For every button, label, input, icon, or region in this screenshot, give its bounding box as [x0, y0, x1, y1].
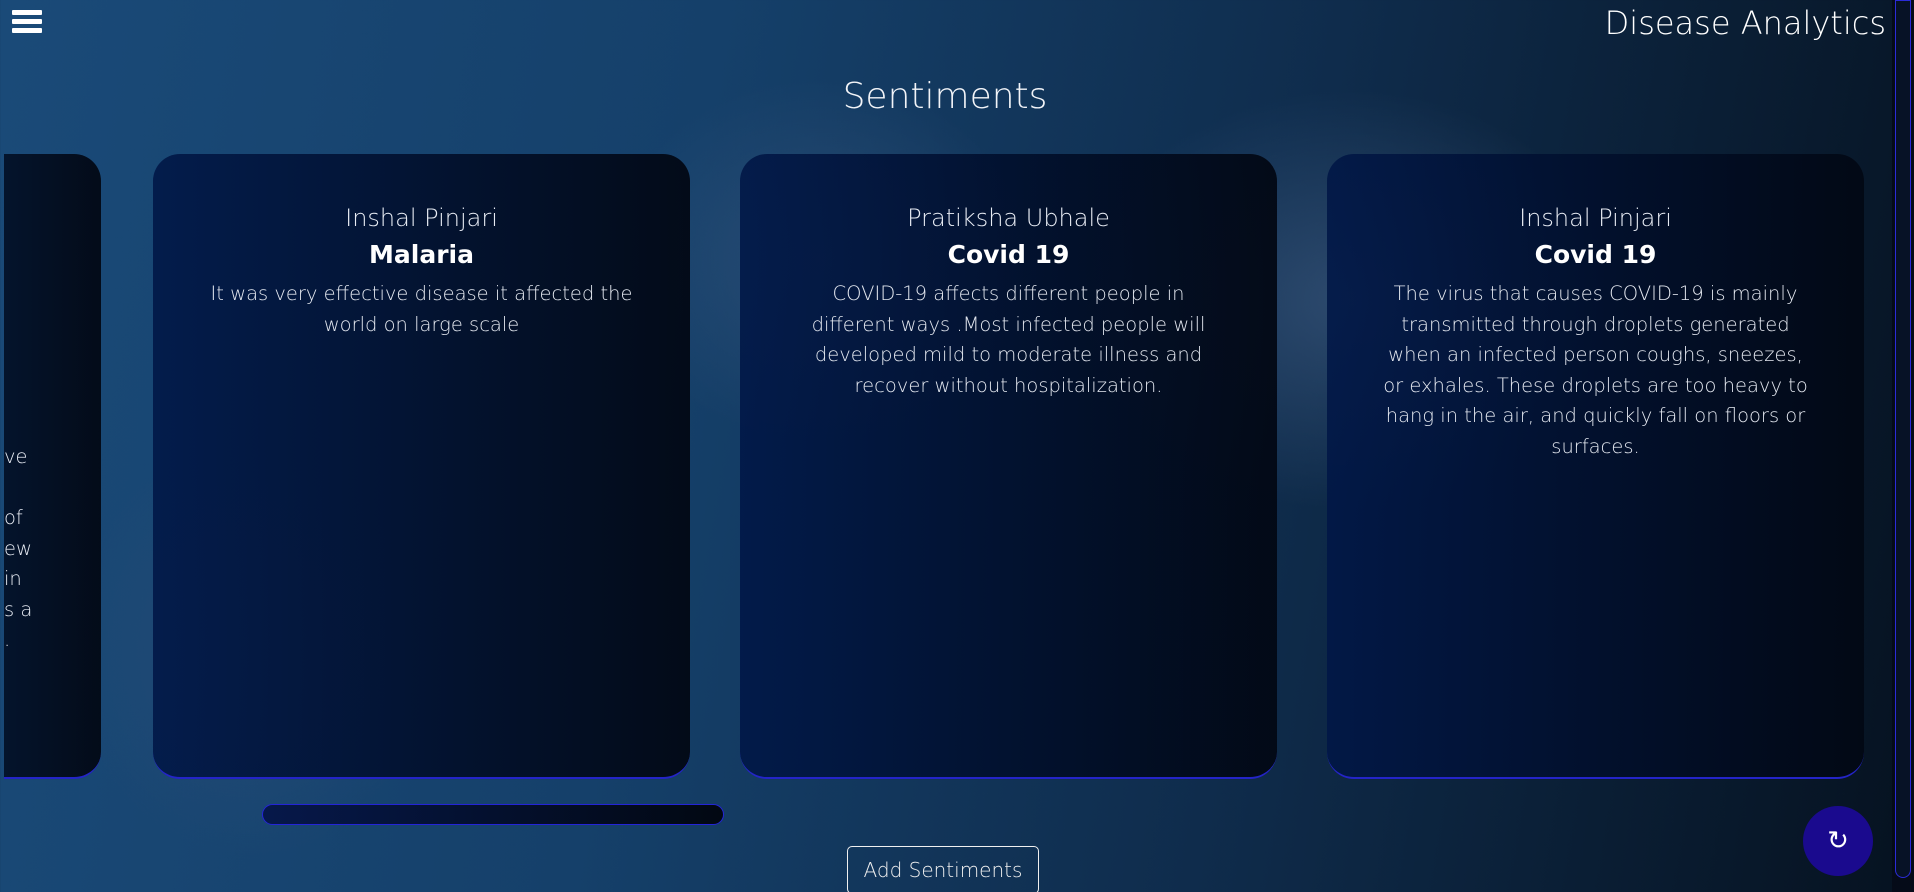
refresh-button[interactable]: ↻ [1803, 806, 1873, 876]
sentiment-card-partial: ve of ew in s a . [4, 154, 101, 779]
scrollbar-thumb[interactable] [1895, 0, 1911, 878]
partial-card-text: ve of ew in s a . [4, 445, 33, 651]
sentiment-card: Pratiksha Ubhale Covid 19 COVID-19 affec… [740, 154, 1277, 779]
carousel-scrollbar[interactable] [262, 804, 724, 825]
card-author: Inshal Pinjari [1519, 204, 1672, 232]
card-text: The virus that causes COVID-19 is mainly… [1383, 282, 1808, 458]
card-disease: Covid 19 [947, 240, 1070, 269]
hamburger-menu-icon[interactable] [12, 10, 42, 34]
page-title: Sentiments [842, 76, 1048, 117]
vertical-scrollbar[interactable] [1892, 0, 1914, 892]
add-sentiments-button[interactable]: Add Sentiments [847, 846, 1039, 892]
card-author: Pratiksha Ubhale [907, 204, 1110, 232]
brand-title: Disease Analytics [1604, 4, 1886, 42]
card-disease: Malaria [369, 240, 474, 269]
card-text: COVID-19 affects different people in dif… [811, 282, 1206, 397]
card-author: Inshal Pinjari [345, 204, 498, 232]
sentiment-card: Inshal Pinjari Malaria It was very effec… [153, 154, 690, 779]
card-disease: Covid 19 [1534, 240, 1657, 269]
sentiment-card: Inshal Pinjari Covid 19 The virus that c… [1327, 154, 1864, 779]
card-text: It was very effective disease it affecte… [210, 282, 633, 336]
refresh-icon: ↻ [1827, 826, 1849, 856]
